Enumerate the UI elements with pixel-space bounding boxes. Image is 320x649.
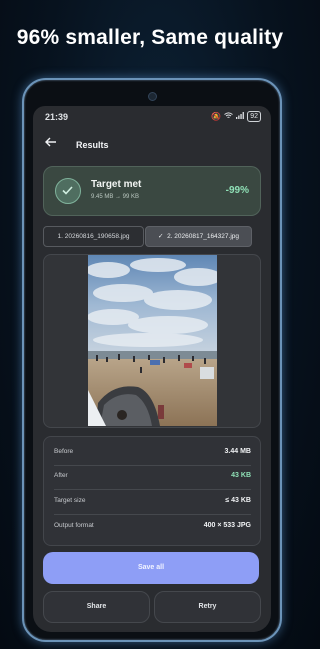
beach-photo bbox=[88, 255, 217, 426]
selected-check-icon: ✓ bbox=[157, 233, 164, 240]
reduction-percent: -99% bbox=[225, 185, 249, 196]
front-camera bbox=[148, 92, 157, 101]
divider bbox=[54, 465, 251, 466]
before-row: Before 3.44 MB bbox=[54, 443, 251, 461]
status-time: 21:39 bbox=[45, 112, 69, 122]
signal-icon bbox=[236, 112, 245, 121]
target-size-row: Target size ≤ 43 KB bbox=[54, 492, 251, 510]
battery-icon: 92 bbox=[247, 111, 261, 122]
mute-icon: 🔕 bbox=[211, 112, 222, 121]
image-preview-panel bbox=[43, 254, 261, 428]
wifi-icon bbox=[224, 112, 233, 121]
app-screen: 21:39 🔕 92 Results Target met 9.45 MB → … bbox=[33, 106, 271, 632]
back-arrow-icon[interactable] bbox=[45, 134, 57, 150]
after-value: 43 KB bbox=[231, 472, 251, 479]
check-icon bbox=[55, 178, 81, 204]
promo-headline: 96% smaller, Same quality bbox=[16, 26, 284, 49]
result-details-card: Before 3.44 MB After 43 KB Target size ≤… bbox=[43, 436, 261, 546]
file-tab-1[interactable]: 1. 20260816_190658.jpg bbox=[43, 226, 144, 247]
page-title: Results bbox=[76, 140, 109, 150]
after-label: After bbox=[54, 472, 68, 479]
file-tab-2[interactable]: ✓ 2. 20260817_164327.jpg bbox=[145, 226, 252, 247]
before-label: Before bbox=[54, 448, 74, 455]
divider bbox=[54, 489, 251, 490]
retry-button[interactable]: Retry bbox=[154, 591, 261, 623]
after-row: After 43 KB bbox=[54, 467, 251, 485]
output-format-row: Output format 400 × 533 JPG bbox=[54, 517, 251, 535]
target-size-label: Target size bbox=[54, 497, 86, 504]
save-all-button[interactable]: Save all bbox=[43, 552, 259, 584]
target-size-value: ≤ 43 KB bbox=[225, 497, 251, 504]
file-tab-label: 2. 20260817_164327.jpg bbox=[167, 233, 239, 240]
phone-frame: 21:39 🔕 92 Results Target met 9.45 MB → … bbox=[22, 78, 282, 642]
divider bbox=[54, 514, 251, 515]
before-value: 3.44 MB bbox=[224, 448, 251, 455]
target-sizes: 9.45 MB → 99 KB bbox=[91, 194, 140, 200]
target-status-card: Target met 9.45 MB → 99 KB -99% bbox=[43, 166, 261, 216]
status-bar: 21:39 🔕 92 bbox=[33, 106, 271, 126]
share-button[interactable]: Share bbox=[43, 591, 150, 623]
app-bar: Results bbox=[33, 128, 271, 164]
file-tab-label: 1. 20260816_190658.jpg bbox=[57, 233, 130, 240]
target-title: Target met bbox=[91, 179, 142, 190]
status-icons: 🔕 92 bbox=[211, 111, 261, 122]
output-format-value: 400 × 533 JPG bbox=[203, 522, 251, 529]
output-format-label: Output format bbox=[54, 522, 94, 529]
